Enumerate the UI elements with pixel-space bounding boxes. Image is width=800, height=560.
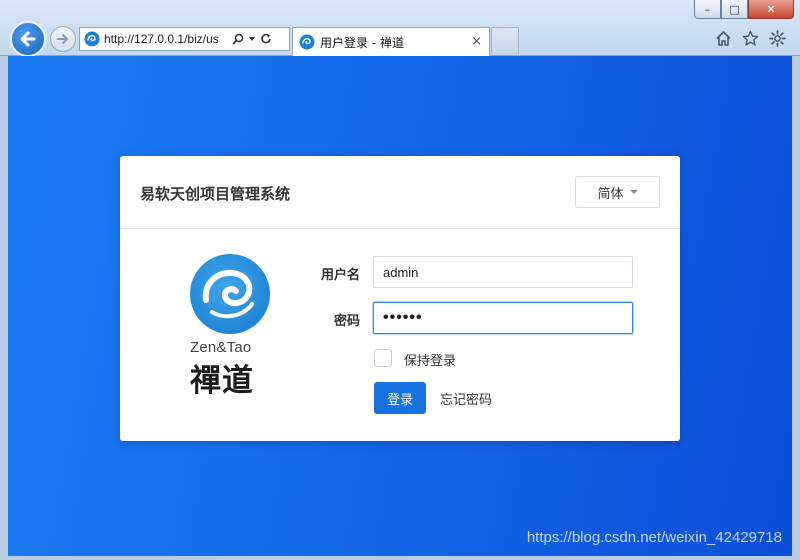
tab-close-button[interactable]: × bbox=[471, 34, 482, 49]
refresh-icon[interactable] bbox=[260, 33, 272, 45]
username-value: admin bbox=[383, 264, 419, 280]
chevron-down-icon bbox=[629, 190, 638, 194]
browser-tools bbox=[715, 30, 786, 47]
system-title: 易软天创项目管理系统 bbox=[140, 185, 291, 203]
favorites-star-icon[interactable] bbox=[742, 30, 759, 47]
home-icon[interactable] bbox=[715, 30, 732, 47]
zentao-favicon-icon bbox=[299, 34, 315, 50]
search-icon[interactable] bbox=[232, 33, 244, 45]
language-label: 简体 bbox=[597, 186, 624, 202]
address-text[interactable]: http://127.0.0.1/biz/us bbox=[104, 32, 230, 46]
tab-title: 用户登录 - 禅道 bbox=[320, 35, 404, 50]
minimize-button[interactable]: – bbox=[694, 0, 721, 19]
back-arrow-icon bbox=[20, 31, 36, 47]
zentao-favicon-icon bbox=[84, 31, 100, 47]
password-value: •••••• bbox=[383, 309, 423, 326]
dropdown-icon[interactable] bbox=[248, 35, 256, 43]
language-select[interactable]: 简体 bbox=[575, 176, 660, 208]
new-tab-button[interactable] bbox=[491, 27, 519, 54]
window-frame-left bbox=[0, 56, 8, 560]
username-label: 用户名 bbox=[320, 268, 360, 283]
settings-gear-icon[interactable] bbox=[769, 30, 786, 47]
login-button[interactable]: 登录 bbox=[374, 382, 426, 414]
browser-toolbar: – □ ✕ http://127.0.0.1/biz/us 用户登录 - 禅道 … bbox=[0, 0, 800, 57]
watermark: https://blog.csdn.net/weixin_42429718 bbox=[526, 529, 782, 546]
logo-brand-cn: 禪道 bbox=[190, 363, 254, 399]
tab-user-login[interactable]: 用户登录 - 禅道 × bbox=[292, 27, 490, 56]
login-page: 易软天创项目管理系统 简体 Zen&Tao 禪道 用户名 admin 密码 ••… bbox=[8, 56, 792, 556]
keep-login-checkbox[interactable] bbox=[374, 349, 392, 367]
password-field[interactable]: •••••• bbox=[373, 302, 633, 334]
address-bar[interactable]: http://127.0.0.1/biz/us bbox=[79, 27, 290, 51]
maximize-button[interactable]: □ bbox=[721, 0, 748, 19]
forward-arrow-icon bbox=[57, 34, 68, 44]
zentao-logo-icon bbox=[190, 254, 270, 334]
card-header: 易软天创项目管理系统 简体 bbox=[120, 156, 680, 229]
password-label: 密码 bbox=[333, 314, 360, 329]
window-frame-bottom bbox=[0, 556, 800, 560]
logo-brand-en: Zen&Tao bbox=[190, 339, 252, 356]
forgot-password-link[interactable]: 忘记密码 bbox=[440, 389, 492, 408]
keep-login-label[interactable]: 保持登录 bbox=[404, 350, 456, 369]
username-field[interactable]: admin bbox=[373, 256, 633, 288]
login-card: 易软天创项目管理系统 简体 Zen&Tao 禪道 用户名 admin 密码 ••… bbox=[120, 156, 680, 441]
back-button[interactable] bbox=[10, 21, 46, 57]
close-window-button[interactable]: ✕ bbox=[748, 0, 794, 19]
window-controls: – □ ✕ bbox=[694, 0, 794, 19]
window-frame-right bbox=[792, 56, 800, 560]
forward-button[interactable] bbox=[50, 26, 76, 52]
